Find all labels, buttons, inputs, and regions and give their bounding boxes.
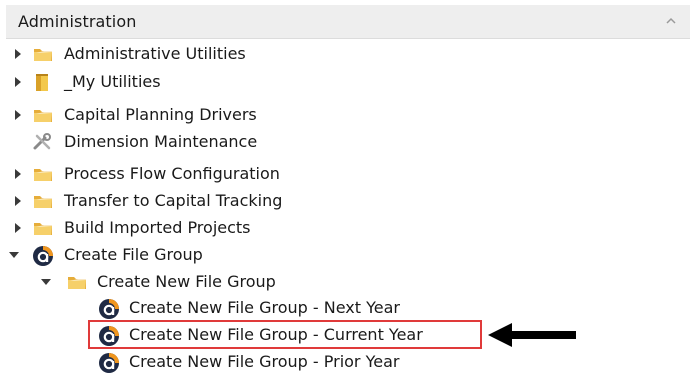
tree-item-label: Create File Group	[64, 245, 203, 264]
app-logo-icon	[32, 245, 54, 265]
folder-icon	[32, 105, 54, 125]
expand-arrow-icon[interactable]	[12, 46, 24, 62]
expand-arrow-icon[interactable]	[12, 74, 24, 90]
tree-item-administrative-utilities[interactable]: Administrative Utilities	[0, 42, 696, 68]
tree-item-label: Create New File Group - Prior Year	[129, 352, 400, 371]
app-logo-icon	[98, 298, 120, 318]
tree-item-label: _My Utilities	[64, 72, 161, 91]
tree-item-capital-planning-drivers[interactable]: Capital Planning Drivers	[0, 103, 696, 129]
folder-icon	[66, 272, 88, 292]
navigation-tree: Administrative Utilities _My Utilities C…	[0, 0, 696, 372]
tools-icon	[32, 132, 54, 152]
highlight-box	[88, 320, 482, 349]
tree-item-label: Administrative Utilities	[64, 44, 246, 63]
collapse-arrow-icon[interactable]	[40, 274, 52, 290]
tree-item-create-file-group[interactable]: Create File Group	[0, 243, 696, 269]
folder-icon	[32, 218, 54, 238]
folder-icon	[32, 44, 54, 64]
expand-arrow-icon[interactable]	[12, 107, 24, 123]
tree-item-dimension-maintenance[interactable]: Dimension Maintenance	[0, 130, 696, 156]
app-logo-icon	[98, 352, 120, 372]
tree-item-process-flow-configuration[interactable]: Process Flow Configuration	[0, 162, 696, 188]
tree-item-label: Build Imported Projects	[64, 218, 251, 237]
expand-arrow-icon[interactable]	[12, 193, 24, 209]
folder-icon	[32, 164, 54, 184]
folder-closed-icon	[32, 72, 54, 92]
expand-arrow-icon[interactable]	[12, 220, 24, 236]
tree-item-transfer-to-capital-tracking[interactable]: Transfer to Capital Tracking	[0, 189, 696, 215]
tree-item-create-new-file-group[interactable]: Create New File Group	[0, 270, 696, 296]
tree-item-label: Process Flow Configuration	[64, 164, 280, 183]
tree-item-create-new-file-group-next-year[interactable]: Create New File Group - Next Year	[0, 296, 696, 322]
tree-item-create-new-file-group-prior-year[interactable]: Create New File Group - Prior Year	[0, 350, 696, 376]
pointer-arrow-icon	[486, 320, 578, 350]
tree-item-build-imported-projects[interactable]: Build Imported Projects	[0, 216, 696, 242]
folder-icon	[32, 191, 54, 211]
tree-item-label: Capital Planning Drivers	[64, 105, 257, 124]
tree-item-label: Create New File Group - Next Year	[129, 298, 400, 317]
tree-item-label: Transfer to Capital Tracking	[64, 191, 283, 210]
expand-arrow-icon[interactable]	[12, 166, 24, 182]
administration-panel: Administration Administrative Utilities …	[0, 0, 696, 372]
tree-item-my-utilities[interactable]: _My Utilities	[0, 70, 696, 96]
tree-item-label: Create New File Group	[97, 272, 276, 291]
collapse-arrow-icon[interactable]	[8, 247, 20, 263]
tree-item-label: Dimension Maintenance	[64, 132, 258, 151]
